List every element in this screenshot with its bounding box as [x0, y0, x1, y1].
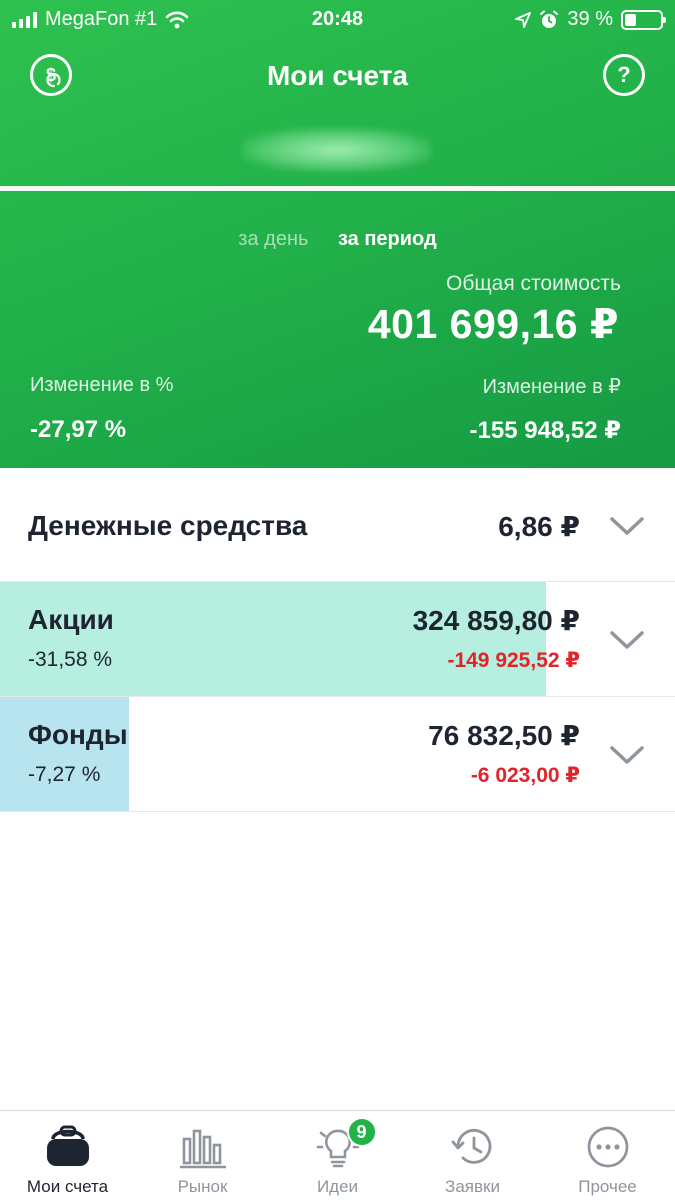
asset-share-bar — [0, 582, 547, 696]
asset-row-cash[interactable]: Денежные средства 6,86 ₽ — [0, 468, 675, 582]
change-percent-value: -27,97 % — [30, 416, 127, 443]
header-divider — [0, 186, 675, 191]
change-rub-value: -155 948,52 ₽ — [469, 417, 621, 444]
location-arrow-icon — [515, 11, 532, 28]
wallet-icon — [41, 1123, 95, 1171]
tab-orders[interactable]: Заявки — [405, 1111, 540, 1200]
nav-bar: $ Мои счета ? — [0, 50, 675, 106]
lightbulb-icon: 9 — [311, 1117, 377, 1171]
total-value: 401 699,16 ₽ — [367, 301, 619, 347]
asset-name: Акции — [28, 604, 114, 635]
tab-more[interactable]: Прочее — [540, 1111, 675, 1200]
tab-my-accounts[interactable]: Мои счета — [0, 1111, 135, 1200]
period-day-tab[interactable]: за день — [238, 228, 308, 250]
total-value-label: Общая стоимость — [446, 272, 621, 295]
change-percent-label: Изменение в % — [30, 374, 174, 396]
asset-share-bar — [0, 697, 129, 811]
battery-level — [625, 13, 636, 26]
asset-change-rub: -149 925,52 ₽ — [447, 649, 580, 672]
asset-change-percent: -7,27 % — [28, 763, 101, 786]
tab-label: Мои счета — [26, 1177, 109, 1196]
asset-name: Фонды — [28, 719, 128, 750]
asset-amount: 6,86 ₽ — [498, 511, 580, 542]
header-panel: MegaFon #1 20:48 39 % $ Мои счета ? за д… — [0, 0, 675, 468]
tab-label: Рынок — [177, 1177, 228, 1196]
status-bar: MegaFon #1 20:48 39 % — [0, 0, 675, 40]
help-button[interactable]: ? — [603, 54, 645, 96]
asset-row-stocks[interactable]: Акции -31,58 % 324 859,80 ₽ -149 925,52 … — [0, 582, 675, 697]
battery-percent: 39 % — [567, 8, 613, 30]
tab-label: Прочее — [578, 1177, 637, 1196]
tab-ideas[interactable]: 9 Идеи — [270, 1111, 405, 1200]
battery-icon — [621, 9, 666, 30]
help-icon: ? — [617, 62, 631, 87]
asset-name: Денежные средства — [28, 510, 308, 541]
market-chart-icon — [176, 1123, 230, 1171]
tab-label: Идеи — [316, 1177, 359, 1196]
status-right: 39 % — [515, 8, 666, 31]
asset-change-percent: -31,58 % — [28, 648, 113, 671]
page-title: Мои счета — [266, 60, 408, 91]
asset-row-funds[interactable]: Фонды -7,27 % 76 832,50 ₽ -6 023,00 ₽ — [0, 697, 675, 812]
tab-label: Заявки — [445, 1177, 500, 1196]
period-range-tab[interactable]: за период — [338, 228, 437, 250]
tab-market[interactable]: Рынок — [135, 1111, 270, 1200]
chevron-down-icon[interactable] — [609, 745, 645, 765]
period-toggle: за день за период — [0, 228, 675, 251]
asset-change-rub: -6 023,00 ₽ — [470, 764, 580, 787]
chevron-down-icon[interactable] — [609, 630, 645, 650]
change-rub-label: Изменение в ₽ — [482, 376, 621, 398]
tab-bar: Мои счета Рынок 9 Идеи Заявки Прочее — [0, 1110, 675, 1200]
more-icon — [581, 1123, 635, 1171]
history-icon — [446, 1123, 500, 1171]
asset-amount: 324 859,80 ₽ — [412, 605, 580, 636]
chevron-down-icon[interactable] — [609, 516, 645, 536]
ideas-badge: 9 — [346, 1117, 377, 1147]
blurred-account-name — [242, 128, 432, 172]
asset-amount: 76 832,50 ₽ — [428, 720, 580, 751]
alarm-icon — [540, 10, 559, 28]
